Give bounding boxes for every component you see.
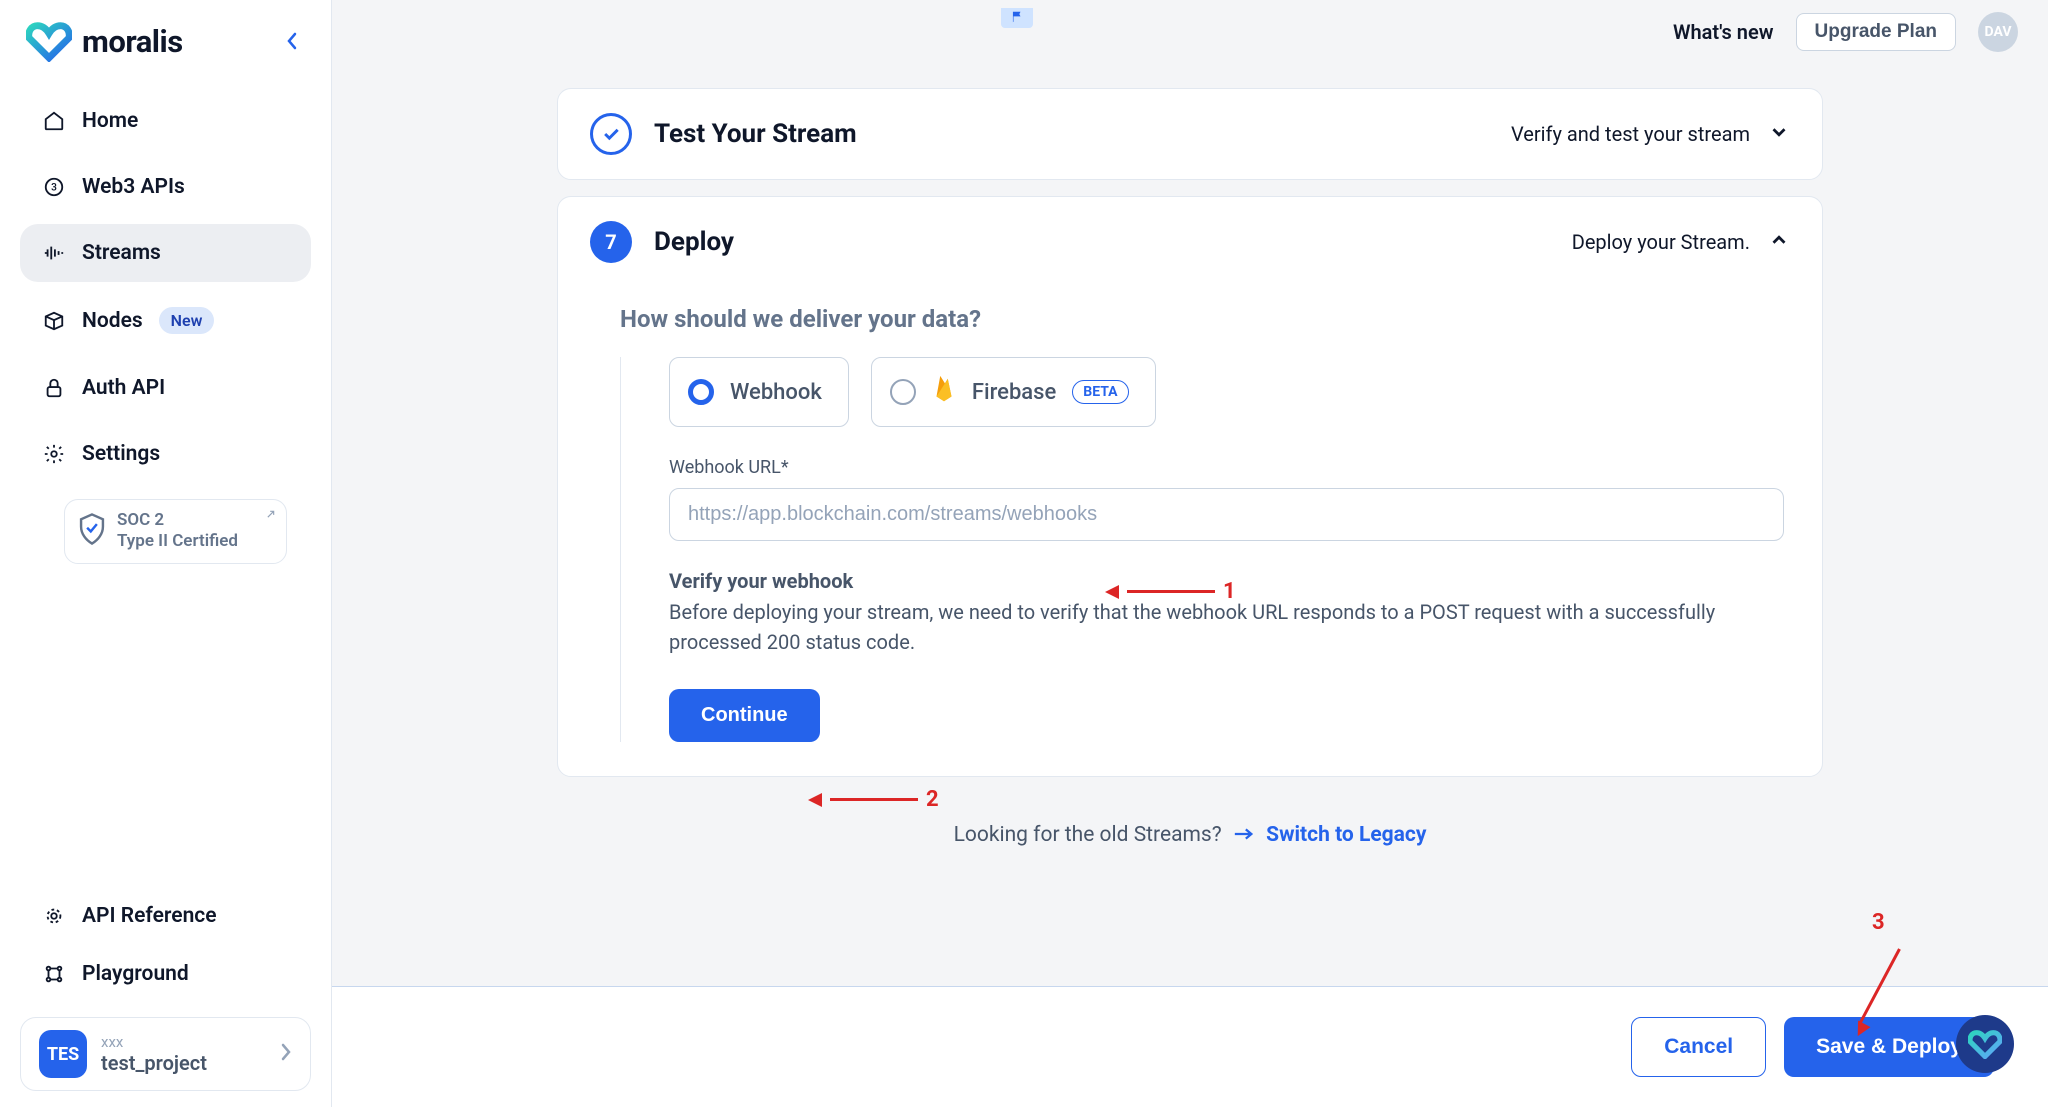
switch-to-legacy-link[interactable]: Switch to Legacy bbox=[1266, 823, 1426, 847]
nav-authapi[interactable]: Auth API bbox=[20, 359, 311, 417]
home-icon bbox=[42, 109, 66, 133]
pinned-flag-icon[interactable] bbox=[1001, 8, 1033, 28]
main-nav: Home 3 Web3 APIs Streams Nodes New Auth … bbox=[0, 80, 331, 887]
logo-text: moralis bbox=[82, 23, 183, 60]
firebase-icon bbox=[932, 374, 956, 410]
streams-icon bbox=[42, 241, 66, 265]
card-subtitle: Deploy your Stream. bbox=[1572, 230, 1750, 254]
nav-label: Nodes bbox=[82, 309, 143, 333]
footer: Cancel Save & Deploy bbox=[332, 986, 2048, 1107]
main: What's new Upgrade Plan DAV Test Your St… bbox=[332, 0, 2048, 1107]
new-badge: New bbox=[159, 307, 215, 334]
test-stream-card: Test Your Stream Verify and test your st… bbox=[557, 88, 1823, 180]
card-expand-toggle[interactable]: Deploy your Stream. bbox=[1572, 229, 1790, 256]
cancel-button[interactable]: Cancel bbox=[1631, 1017, 1766, 1077]
radio-unselected-icon bbox=[890, 379, 916, 405]
delivery-option-firebase[interactable]: Firebase BETA bbox=[871, 357, 1156, 427]
beta-badge: BETA bbox=[1072, 380, 1128, 404]
step-number-badge: 7 bbox=[590, 221, 632, 263]
nav-label: Auth API bbox=[82, 376, 165, 400]
legacy-text: Looking for the old Streams? bbox=[954, 823, 1222, 847]
project-org: xxx bbox=[101, 1033, 266, 1051]
nav-nodes[interactable]: Nodes New bbox=[20, 290, 311, 351]
project-name: test_project bbox=[101, 1051, 266, 1075]
nav-label: API Reference bbox=[82, 904, 217, 928]
soc-text: SOC 2Type II Certified bbox=[117, 510, 238, 553]
nav-web3apis[interactable]: 3 Web3 APIs bbox=[20, 158, 311, 216]
upgrade-plan-button[interactable]: Upgrade Plan bbox=[1796, 13, 1956, 51]
continue-button[interactable]: Continue bbox=[669, 689, 820, 742]
svg-text:3: 3 bbox=[51, 183, 57, 194]
webhook-url-input[interactable] bbox=[669, 488, 1784, 541]
nav-api-reference[interactable]: API Reference bbox=[20, 887, 311, 945]
gear-icon bbox=[42, 442, 66, 466]
lock-icon bbox=[42, 376, 66, 400]
avatar[interactable]: DAV bbox=[1978, 12, 2018, 52]
help-fab[interactable] bbox=[1956, 1015, 2014, 1073]
project-badge: TES bbox=[39, 1030, 87, 1078]
radio-selected-icon bbox=[688, 379, 714, 405]
card-expand-toggle[interactable]: Verify and test your stream bbox=[1511, 121, 1790, 148]
external-link-icon bbox=[262, 508, 276, 527]
delivery-option-webhook[interactable]: Webhook bbox=[669, 357, 849, 427]
nav-label: Streams bbox=[82, 241, 161, 265]
nav-label: Web3 APIs bbox=[82, 175, 185, 199]
gear-outline-icon bbox=[42, 904, 66, 928]
field-label: Webhook URL* bbox=[669, 457, 1784, 478]
logo[interactable]: moralis bbox=[26, 20, 183, 62]
api-icon: 3 bbox=[42, 175, 66, 199]
nodes-icon bbox=[42, 309, 66, 333]
chevron-down-icon bbox=[1768, 121, 1790, 148]
verify-description: Before deploying your stream, we need to… bbox=[669, 597, 1729, 657]
shield-check-icon bbox=[77, 512, 107, 550]
whats-new-link[interactable]: What's new bbox=[1673, 20, 1774, 44]
deploy-card: 7 Deploy Deploy your Stream. How should … bbox=[557, 196, 1823, 777]
card-title: Deploy bbox=[654, 227, 734, 257]
nav-home[interactable]: Home bbox=[20, 92, 311, 150]
radio-label: Firebase bbox=[972, 380, 1056, 405]
legacy-row: Looking for the old Streams? Switch to L… bbox=[362, 793, 2018, 859]
nav-settings[interactable]: Settings bbox=[20, 425, 311, 483]
chevron-right-icon bbox=[280, 1042, 292, 1066]
arrow-right-icon bbox=[1233, 823, 1255, 847]
card-subtitle: Verify and test your stream bbox=[1511, 122, 1750, 146]
sidebar: moralis Home 3 Web3 APIs Streams Nodes bbox=[0, 0, 332, 1107]
soc2-badge[interactable]: SOC 2Type II Certified bbox=[64, 499, 287, 564]
playground-icon bbox=[42, 962, 66, 986]
nav-playground[interactable]: Playground bbox=[20, 945, 311, 1003]
nav-label: Settings bbox=[82, 442, 160, 466]
project-selector[interactable]: TES xxx test_project bbox=[20, 1017, 311, 1091]
chevron-up-icon bbox=[1768, 229, 1790, 256]
check-circle-icon bbox=[590, 113, 632, 155]
nav-streams[interactable]: Streams bbox=[20, 224, 311, 282]
nav-label: Playground bbox=[82, 962, 189, 986]
radio-label: Webhook bbox=[730, 380, 822, 405]
sidebar-collapse-button[interactable] bbox=[277, 26, 307, 56]
bottom-nav: API Reference Playground bbox=[0, 887, 331, 1003]
nav-label: Home bbox=[82, 109, 138, 133]
section-heading: How should we deliver your data? bbox=[620, 287, 1784, 357]
verify-heading: Verify your webhook bbox=[669, 569, 1784, 593]
card-title: Test Your Stream bbox=[654, 119, 857, 149]
logo-mark-icon bbox=[26, 20, 72, 62]
